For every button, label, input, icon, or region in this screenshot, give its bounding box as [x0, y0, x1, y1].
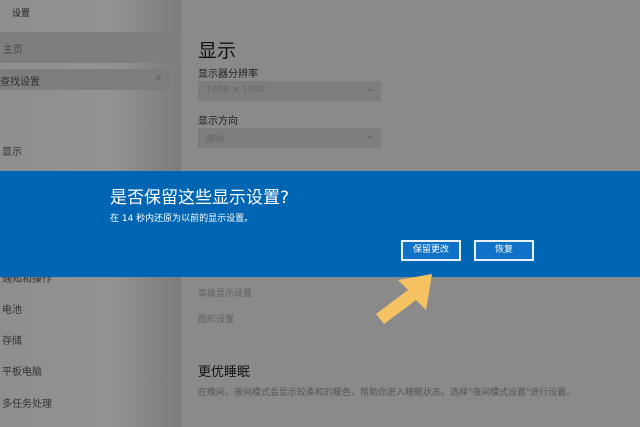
- sidebar-item-display[interactable]: 显示: [2, 143, 22, 158]
- sidebar-item-tablet[interactable]: 平板电脑: [2, 363, 42, 378]
- chevron-down-icon: ⌄: [366, 131, 374, 141]
- graphics-settings-link[interactable]: 图形设置: [198, 312, 234, 325]
- resolution-label: 显示器分辨率: [198, 65, 258, 80]
- sidebar-item-battery[interactable]: 电池: [2, 301, 22, 316]
- page-title: 显示: [198, 36, 236, 63]
- chevron-down-icon: ⌄: [366, 84, 374, 94]
- orientation-select[interactable]: 横向 ⌄: [198, 128, 381, 148]
- resolution-select[interactable]: 1680 × 1050 ⌄: [198, 81, 381, 101]
- resolution-value: 1680 × 1050: [206, 85, 265, 95]
- window-title: 设置: [12, 6, 30, 19]
- search-placeholder: 查找设置: [0, 73, 40, 88]
- sidebar-item-multitasking[interactable]: 多任务处理: [2, 395, 52, 410]
- keep-changes-button[interactable]: 保留更改: [401, 240, 461, 261]
- orientation-value: 横向: [206, 132, 224, 145]
- dialog-message: 在 14 秒内还原为以前的显示设置。: [110, 211, 253, 224]
- advanced-display-link[interactable]: 高级显示设置: [198, 286, 252, 299]
- sidebar-item-storage[interactable]: 存储: [2, 332, 22, 347]
- revert-button[interactable]: 恢复: [474, 240, 534, 261]
- home-label: 主页: [3, 41, 23, 56]
- sidebar-item-home[interactable]: 主页: [0, 32, 181, 63]
- pointer-arrow-icon: [370, 270, 440, 330]
- sleep-description: 在晚间，夜间模式会显示较柔和的暖色，帮助你进入睡眠状态。选择"夜间模式设置"进行…: [198, 385, 575, 398]
- search-input[interactable]: 查找设置 ⌕: [0, 69, 170, 90]
- sleep-title: 更优睡眠: [198, 361, 250, 380]
- orientation-label: 显示方向: [198, 112, 238, 127]
- search-icon: ⌕: [156, 72, 162, 83]
- keep-settings-dialog: 是否保留这些显示设置? 在 14 秒内还原为以前的显示设置。 保留更改 恢复: [0, 171, 640, 277]
- dialog-title: 是否保留这些显示设置?: [110, 183, 289, 208]
